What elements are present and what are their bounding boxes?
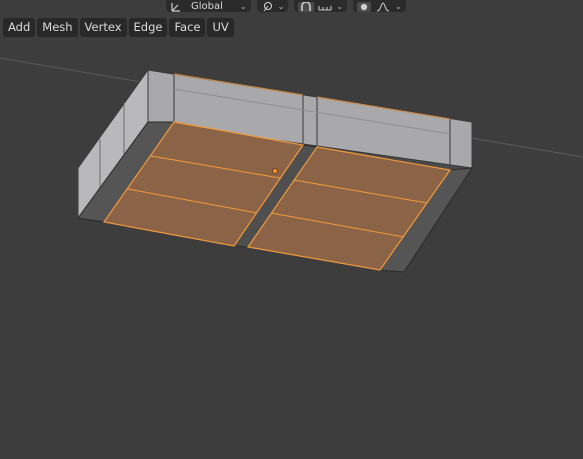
snap-increment-icon[interactable] (318, 2, 332, 12)
chevron-down-icon: ⌄ (336, 2, 344, 11)
transform-orientation-dropdown[interactable]: Global ⌄ (166, 0, 251, 12)
active-vertex-dot[interactable] (272, 168, 278, 174)
chevron-down-icon: ⌄ (395, 2, 402, 11)
menu-vertex[interactable]: Vertex (79, 18, 127, 37)
proportional-editing-icon[interactable] (357, 2, 372, 12)
menu-add[interactable]: Add (3, 18, 36, 37)
pivot-point-icon (261, 2, 275, 12)
menu-face[interactable]: Face (169, 18, 206, 37)
menu-mesh[interactable]: Mesh (37, 18, 78, 37)
proportional-editing-controls[interactable]: ⌄ (353, 0, 406, 12)
falloff-icon[interactable] (376, 2, 390, 12)
viewport-header: Global ⌄ ⌄ ⌄ ⌄ (166, 0, 406, 12)
edit-mode-menu-bar: Add Mesh Vertex Edge Face UV (3, 18, 234, 37)
snap-controls[interactable]: ⌄ (294, 0, 348, 12)
pivot-point-dropdown[interactable]: ⌄ (256, 0, 289, 12)
chevron-down-icon: ⌄ (277, 2, 285, 11)
chevron-down-icon: ⌄ (239, 2, 247, 11)
menu-uv[interactable]: UV (207, 18, 234, 37)
3d-viewport[interactable]: Global ⌄ ⌄ ⌄ ⌄ Add Mesh Vertex Edge Face… (0, 0, 583, 459)
transform-orientation-icon (170, 2, 182, 12)
mesh-scene[interactable] (0, 0, 583, 459)
snap-icon[interactable] (298, 2, 315, 12)
menu-edge[interactable]: Edge (128, 18, 168, 37)
transform-orientation-value: Global (191, 1, 223, 12)
